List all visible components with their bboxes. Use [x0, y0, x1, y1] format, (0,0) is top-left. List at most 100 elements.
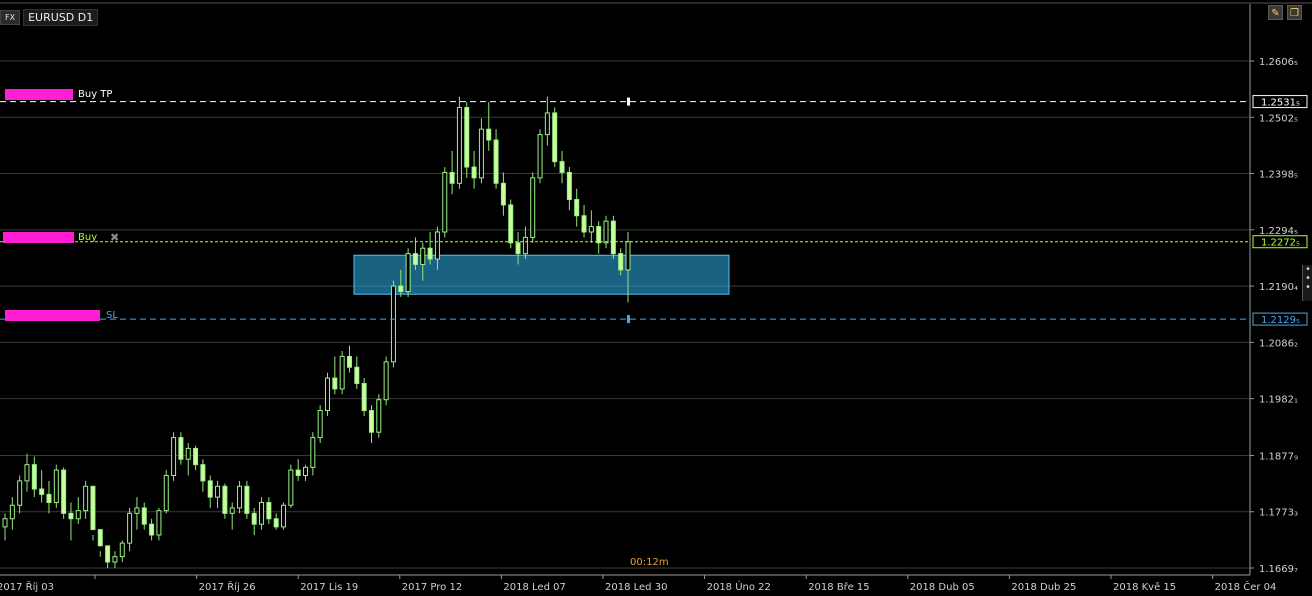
candle-body [390, 285, 396, 363]
candle-body [464, 107, 470, 168]
candle-body [456, 107, 462, 184]
candle-body [544, 112, 550, 136]
candle-body [251, 512, 257, 525]
candle-body [46, 493, 52, 504]
x-tick-label: 2018 Led 30 [605, 582, 667, 593]
candle-body [625, 241, 631, 271]
candle-body [119, 542, 125, 558]
candle-body [273, 518, 279, 528]
sl-order-label[interactable]: SL [106, 310, 118, 321]
candle-body [522, 236, 528, 255]
x-tick-label: 2018 Bře 15 [808, 581, 869, 593]
candle-body [383, 361, 389, 401]
price-tag-label: 1.2272₅ [1261, 238, 1300, 249]
candle-body [24, 464, 30, 482]
candle-body [566, 171, 572, 201]
close-icon[interactable]: ✖ [110, 231, 119, 244]
symbol-label: EURUSD D1 [23, 8, 99, 26]
y-tick-label: 1.1877₉ [1259, 451, 1298, 462]
candle-body [288, 469, 294, 506]
candle-body [332, 377, 338, 390]
candle-body [434, 231, 440, 260]
candle-body [324, 377, 330, 412]
candle-body [90, 485, 96, 531]
candle-body [588, 226, 594, 233]
entry-order-highlight [3, 232, 74, 243]
candle-body [134, 507, 140, 514]
tp-order-highlight [5, 89, 73, 100]
y-tick-label: 1.2502₅ [1259, 113, 1298, 124]
candle-body [354, 366, 360, 384]
candle-body [61, 469, 67, 514]
price-chart[interactable]: 1.2606₅ 1.2502₅ 1.2398₅ 1.2294₅ 1.2190₄ 1.208… [0, 0, 1312, 596]
candle-body [105, 545, 111, 563]
candle-body [596, 226, 602, 244]
sl-order-highlight [5, 310, 100, 321]
candle-body [442, 171, 448, 233]
candle-body [303, 466, 309, 476]
candle-body [281, 504, 287, 528]
candle-body [376, 399, 382, 433]
restore-icon[interactable]: ❐ [1287, 5, 1302, 20]
candle-body [259, 502, 265, 525]
candle-body [112, 556, 118, 563]
x-tick-label: 2018 Led 07 [503, 582, 565, 593]
x-tick-label: 2018 Kvě 15 [1113, 581, 1176, 593]
candle-body [17, 480, 23, 506]
candle-body [244, 485, 250, 514]
candle-body [412, 253, 418, 265]
y-tick-label: 1.1669₇ [1259, 564, 1298, 575]
candle-body [361, 382, 367, 412]
candle-body [75, 510, 81, 520]
candle-body [53, 469, 59, 504]
candle-body [237, 485, 243, 509]
y-tick-label: 1.2398₅ [1259, 170, 1298, 181]
candle-body [339, 355, 345, 390]
entry-order-label[interactable]: Buy [78, 232, 97, 243]
x-tick-label: 2017 Říj 03 [0, 580, 54, 593]
price-tag-label: 1.2531₅ [1261, 98, 1300, 109]
y-tick-label: 1.2294₅ [1259, 226, 1298, 237]
candle-body [127, 512, 133, 544]
candle-body [427, 247, 433, 260]
x-tick-label: 2017 Lis 19 [300, 582, 358, 593]
candle-body [493, 139, 499, 184]
candle-body [207, 480, 213, 498]
y-tick-label: 1.2086₂ [1259, 338, 1298, 349]
candle-body [500, 182, 506, 206]
candle-body [163, 474, 169, 512]
y-tick-label: 1.2606₅ [1259, 57, 1298, 68]
candle-body [185, 447, 191, 460]
candle-timer: 00:12m [630, 557, 669, 568]
y-tick-label: 1.1773₃ [1259, 508, 1298, 519]
candle-body [574, 199, 580, 217]
candle-body [295, 469, 301, 476]
candle-body [398, 285, 404, 293]
candle-body [229, 507, 235, 514]
candle-body [215, 485, 221, 498]
candle-body [9, 504, 15, 520]
candle-body [83, 485, 89, 512]
y-tick-label: 1.2190₄ [1259, 282, 1298, 293]
candle-body [368, 410, 374, 433]
candle-body [310, 437, 316, 468]
candle-body [471, 166, 477, 179]
candle-body [537, 134, 543, 179]
candle-body [405, 253, 411, 293]
candle-body [222, 485, 228, 514]
drag-handle-icon[interactable]: • • • [1302, 265, 1312, 301]
x-tick-label: 2017 Říj 26 [199, 580, 256, 593]
x-tick-label: 2018 Dub 05 [910, 582, 975, 593]
candle-body [266, 502, 272, 520]
candle-body [31, 464, 37, 490]
pencil-icon[interactable]: ✎ [1268, 5, 1283, 20]
candle-body [530, 177, 536, 238]
candle-body [200, 464, 206, 482]
candle-body [97, 529, 103, 547]
price-tag-label: 1.2129₅ [1261, 315, 1300, 326]
candle-body [603, 220, 609, 244]
candle-body [618, 253, 624, 271]
candle-body [2, 518, 8, 528]
tp-order-label[interactable]: Buy TP [78, 89, 112, 100]
candle-body [449, 171, 455, 184]
